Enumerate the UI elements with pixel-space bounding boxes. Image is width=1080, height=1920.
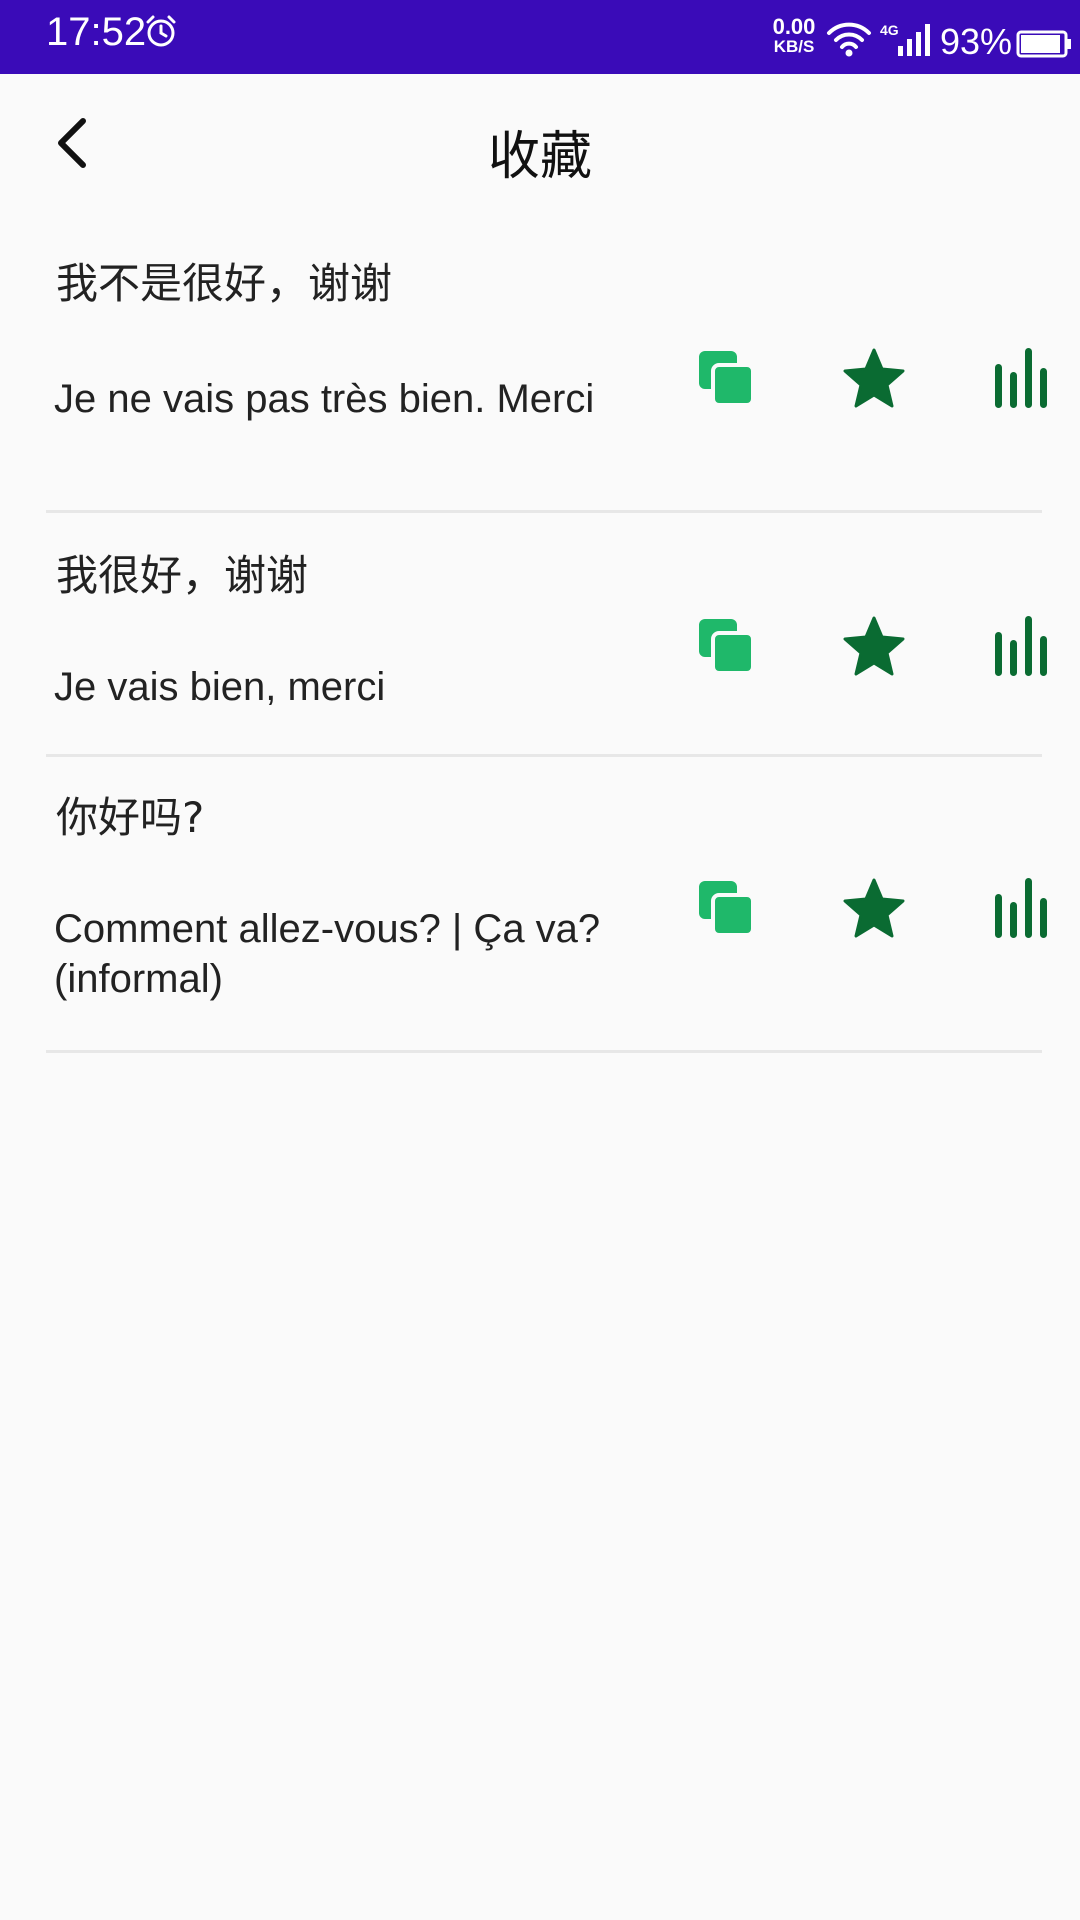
audio-bars-icon [993, 614, 1051, 682]
copy-button[interactable] [686, 870, 766, 950]
wifi-icon [826, 20, 872, 58]
copy-button[interactable] [686, 340, 766, 420]
favorite-star-button[interactable] [834, 608, 914, 688]
star-icon [842, 877, 906, 943]
star-icon [842, 347, 906, 413]
source-phrase: 我不是很好，谢谢 [56, 259, 393, 308]
item-divider [46, 510, 1042, 513]
audio-bars-icon [993, 346, 1051, 414]
play-audio-button[interactable] [982, 870, 1062, 950]
status-time: 17:52 [46, 10, 147, 54]
translated-phrase: Je ne vais pas très bien. Merci [54, 377, 595, 421]
item-divider [46, 1050, 1042, 1053]
favorite-item[interactable]: 你好吗? Comment allez-vous? | Ça va? (infor… [46, 758, 1047, 1054]
star-icon [842, 615, 906, 681]
network-speed-value: 0.00 [772, 14, 816, 39]
translated-phrase: Comment allez-vous? | Ça va? (informal) [54, 907, 601, 1001]
audio-bars-icon [993, 876, 1051, 944]
copy-icon [695, 877, 757, 943]
source-phrase: 你好吗? [56, 793, 205, 842]
item-actions [686, 870, 1047, 950]
app-header: 收藏 [0, 74, 1080, 224]
source-phrase: 我很好，谢谢 [56, 551, 309, 600]
item-divider [46, 754, 1042, 757]
translated-phrase: Je vais bien, merci [54, 665, 386, 709]
battery-icon [1016, 30, 1072, 58]
favorite-star-button[interactable] [834, 870, 914, 950]
item-actions [686, 608, 1047, 688]
favorite-star-button[interactable] [834, 340, 914, 420]
page-title: 收藏 [487, 127, 592, 187]
battery-percentage: 93% [940, 21, 1013, 62]
copy-icon [695, 347, 757, 413]
favorite-item[interactable]: 我很好，谢谢 Je vais bien, merci [46, 518, 1047, 758]
favorites-screen: 17:52 0.00 KB/S 4G 93% 收藏 我不是很好，谢谢 Je ne… [0, 0, 1080, 1920]
favorite-item[interactable]: 我不是很好，谢谢 Je ne vais pas très bien. Merci [46, 224, 1047, 514]
network-speed: 0.00 KB/S [766, 14, 822, 56]
alarm-clock-icon [144, 14, 178, 48]
play-audio-button[interactable] [982, 608, 1062, 688]
network-speed-unit: KB/S [773, 37, 815, 56]
copy-button[interactable] [686, 608, 766, 688]
copy-icon [695, 615, 757, 681]
cell-signal-icon [896, 22, 932, 58]
status-bar: 17:52 0.00 KB/S 4G 93% [0, 0, 1080, 74]
play-audio-button[interactable] [982, 340, 1062, 420]
item-actions [686, 340, 1047, 420]
